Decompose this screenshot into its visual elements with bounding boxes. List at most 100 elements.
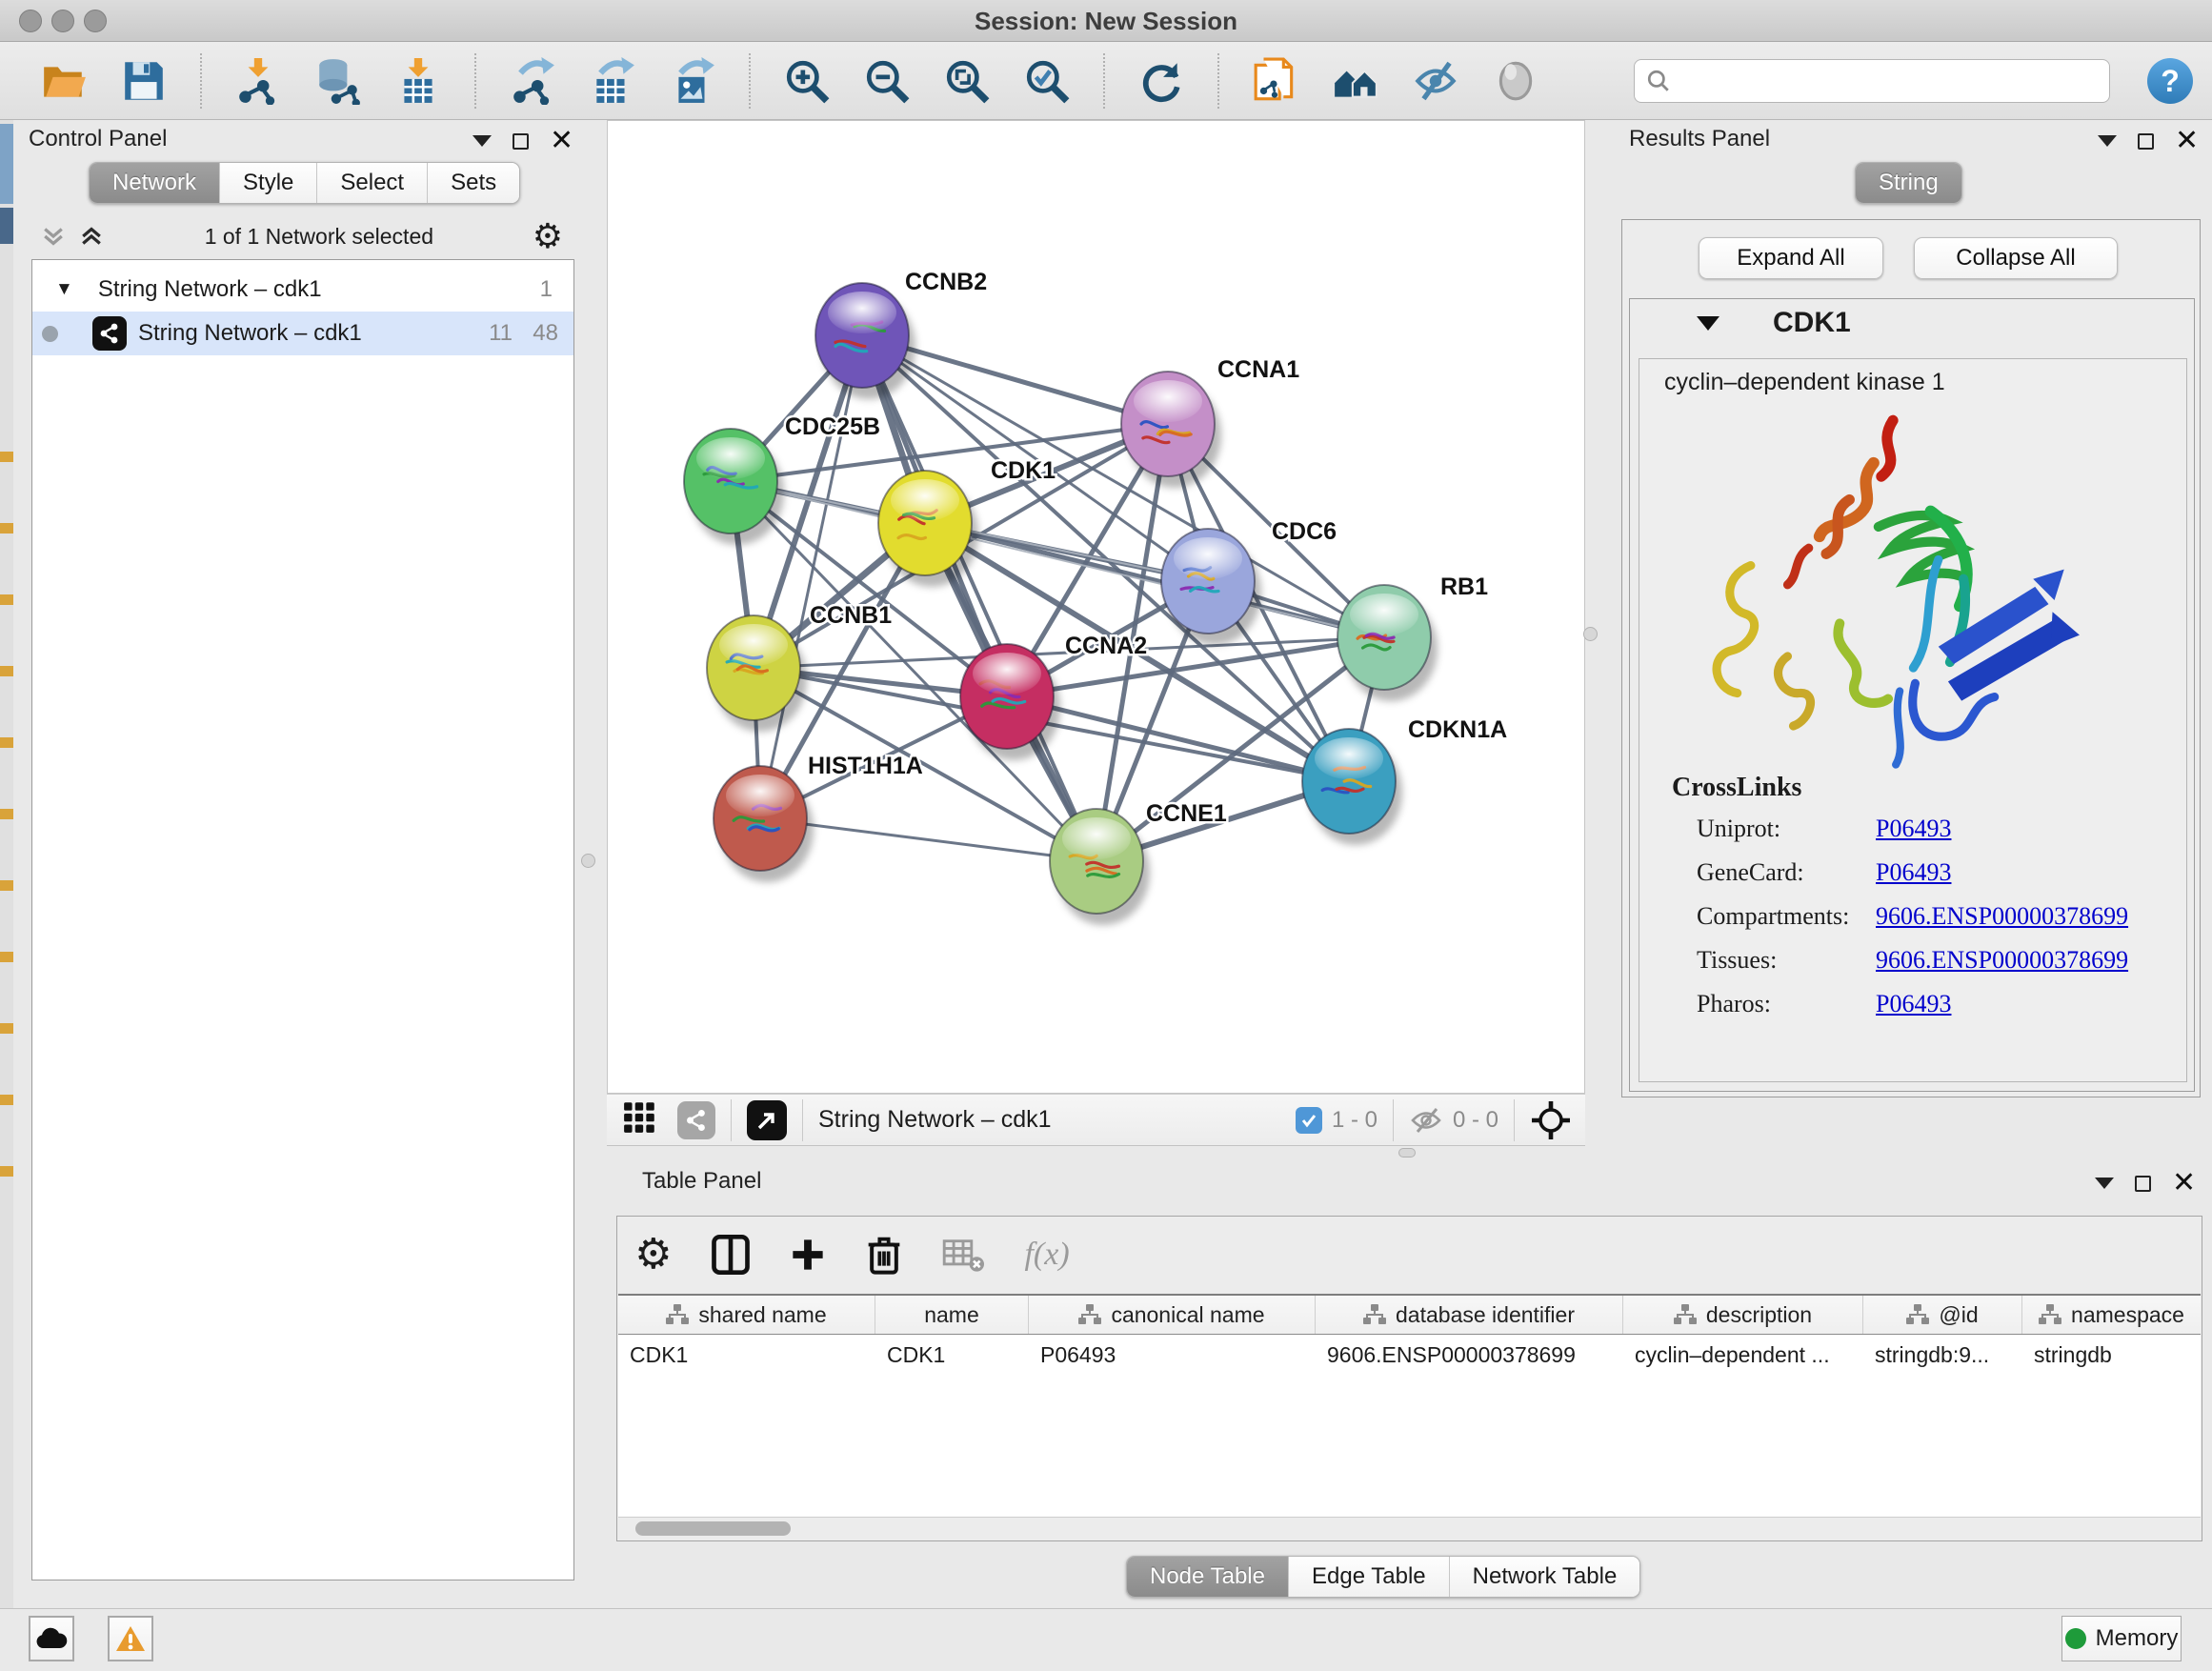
table-options-gear-icon[interactable]: ⚙ [634, 1234, 672, 1276]
cloud-status-button[interactable] [29, 1616, 74, 1661]
column-header-shared-name[interactable]: shared name [618, 1296, 875, 1334]
search-input[interactable] [1679, 68, 2088, 94]
tab-style[interactable]: Style [220, 163, 317, 203]
results-panel-collapse-icon[interactable] [2098, 135, 2117, 147]
zoom-out-icon[interactable] [863, 57, 911, 105]
network-node-CCNB2[interactable] [815, 283, 915, 399]
cell-database-identifier[interactable]: 9606.ENSP00000378699 [1316, 1335, 1623, 1375]
control-panel: Control Panel ✕ Network Style Select Set… [13, 120, 572, 1608]
network-node-CDC25B[interactable] [684, 429, 784, 545]
network-node-CCNA1[interactable] [1121, 372, 1221, 488]
control-panel-title: Control Panel [29, 126, 167, 152]
tree-collapse-icon[interactable]: ▼ [55, 279, 73, 300]
network-row-selected[interactable]: String Network – cdk1 11 48 [32, 312, 573, 355]
crosslink-tissues[interactable]: 9606.ENSP00000378699 [1876, 946, 2128, 990]
export-table-icon[interactable] [589, 57, 636, 105]
open-session-icon[interactable] [40, 57, 88, 105]
zoom-selected-icon[interactable] [1023, 57, 1071, 105]
network-node-CDC6[interactable] [1161, 529, 1261, 645]
table-row[interactable]: CDK1 CDK1 P06493 9606.ENSP00000378699 cy… [618, 1334, 2201, 1375]
delete-column-icon[interactable] [866, 1235, 902, 1275]
crosslink-pharos[interactable]: P06493 [1876, 990, 1951, 1034]
cell-description[interactable]: cyclin–dependent ... [1623, 1335, 1863, 1375]
collapse-all-button[interactable]: Collapse All [1914, 237, 2118, 279]
table-panel-collapse-icon[interactable] [2095, 1178, 2114, 1189]
network-edge-CCNB2-HIST1H1A[interactable] [760, 335, 862, 818]
network-edge-CCNB2-CCNE1[interactable] [862, 335, 1096, 861]
expand-all-button[interactable]: Expand All [1699, 237, 1883, 279]
cell-canonical-name[interactable]: P06493 [1029, 1335, 1316, 1375]
network-node-RB1[interactable] [1337, 585, 1438, 701]
network-node-CDKN1A[interactable] [1302, 729, 1402, 845]
add-column-icon[interactable] [790, 1237, 826, 1273]
zoom-in-icon[interactable] [783, 57, 831, 105]
tab-sets[interactable]: Sets [428, 163, 519, 203]
network-collection-row[interactable]: ▼ String Network – cdk1 1 [32, 268, 573, 312]
crosslink-uniprot[interactable]: P06493 [1876, 815, 1951, 858]
column-header-id[interactable]: @id [1863, 1296, 2022, 1334]
cell-name[interactable]: CDK1 [875, 1335, 1029, 1375]
tab-select[interactable]: Select [317, 163, 428, 203]
clone-network-icon[interactable] [1252, 57, 1299, 105]
results-panel-tabs: String [1855, 162, 1962, 204]
birdseye-view-icon[interactable] [622, 1098, 658, 1141]
table-panel-float-icon[interactable] [2135, 1176, 2151, 1192]
tab-node-table[interactable]: Node Table [1127, 1557, 1289, 1597]
import-network-from-database-icon[interactable] [314, 57, 362, 105]
expand-all-networks-icon[interactable] [39, 222, 68, 251]
import-network-icon[interactable] [234, 57, 282, 105]
control-panel-collapse-icon[interactable] [473, 135, 492, 147]
node-sheen [891, 479, 959, 521]
results-panel-close-icon[interactable]: ✕ [2175, 131, 2199, 151]
control-panel-close-icon[interactable]: ✕ [550, 131, 573, 151]
tab-string[interactable]: String [1856, 163, 1961, 203]
crosslink-compartments[interactable]: 9606.ENSP00000378699 [1876, 902, 2128, 946]
hide-graphics-details-icon[interactable] [1412, 57, 1459, 105]
column-header-database-identifier[interactable]: database identifier [1316, 1296, 1623, 1334]
network-node-CCNE1[interactable] [1050, 809, 1150, 925]
network-options-gear-icon[interactable]: ⚙ [533, 222, 563, 251]
selected-checkbox-icon[interactable] [1296, 1107, 1322, 1134]
memory-button[interactable]: Memory [2061, 1616, 2182, 1661]
table-panel-close-icon[interactable]: ✕ [2172, 1174, 2196, 1193]
import-table-icon[interactable] [394, 57, 442, 105]
save-session-icon[interactable] [120, 57, 168, 105]
scrollbar-thumb[interactable] [635, 1521, 791, 1536]
string-panel-toggle-icon[interactable] [677, 1101, 715, 1139]
left-splitter-handle[interactable] [581, 854, 595, 868]
column-header-description[interactable]: description [1623, 1296, 1863, 1334]
cell-id[interactable]: stringdb:9... [1863, 1335, 2022, 1375]
tab-network[interactable]: Network [90, 163, 220, 203]
zoom-fit-icon[interactable] [943, 57, 991, 105]
control-panel-float-icon[interactable] [513, 133, 529, 150]
home-networks-icon[interactable] [1332, 57, 1379, 105]
network-canvas[interactable]: CCNB2CCNA1CDC25BCDK1CDC6RB1CCNB1CCNA2CDK… [607, 120, 1585, 1094]
collapse-all-networks-icon[interactable] [77, 222, 106, 251]
open-in-new-window-icon[interactable] [747, 1100, 787, 1140]
refresh-icon[interactable] [1137, 57, 1185, 105]
help-icon[interactable]: ? [2147, 58, 2193, 104]
network-edge-count: 48 [533, 320, 558, 347]
background-strip [0, 120, 13, 1608]
fit-selected-crosshair-icon[interactable] [1530, 1099, 1572, 1141]
network-node-HIST1H1A[interactable] [714, 766, 814, 882]
right-splitter-handle[interactable] [1583, 627, 1598, 641]
card-collapse-icon[interactable] [1697, 316, 1719, 331]
show-columns-icon[interactable] [712, 1235, 750, 1275]
network-node-label-HIST1H1A: HIST1H1A [808, 753, 923, 779]
cell-shared-name[interactable]: CDK1 [618, 1335, 875, 1375]
network-node-CDK1[interactable] [878, 471, 978, 587]
export-image-icon[interactable] [669, 57, 716, 105]
export-network-icon[interactable] [509, 57, 556, 105]
tab-network-table[interactable]: Network Table [1450, 1557, 1640, 1597]
cell-namespace[interactable]: stringdb [2022, 1335, 2201, 1375]
table-horizontal-scrollbar[interactable] [618, 1517, 2201, 1540]
network-node-CCNA2[interactable] [960, 644, 1060, 760]
tab-edge-table[interactable]: Edge Table [1289, 1557, 1450, 1597]
column-header-canonical-name[interactable]: canonical name [1029, 1296, 1316, 1334]
results-panel-float-icon[interactable] [2138, 133, 2154, 150]
warning-status-button[interactable] [108, 1616, 153, 1661]
column-header-name[interactable]: name [875, 1296, 1029, 1334]
crosslink-genecard[interactable]: P06493 [1876, 858, 1951, 902]
column-header-namespace[interactable]: namespace [2022, 1296, 2201, 1334]
